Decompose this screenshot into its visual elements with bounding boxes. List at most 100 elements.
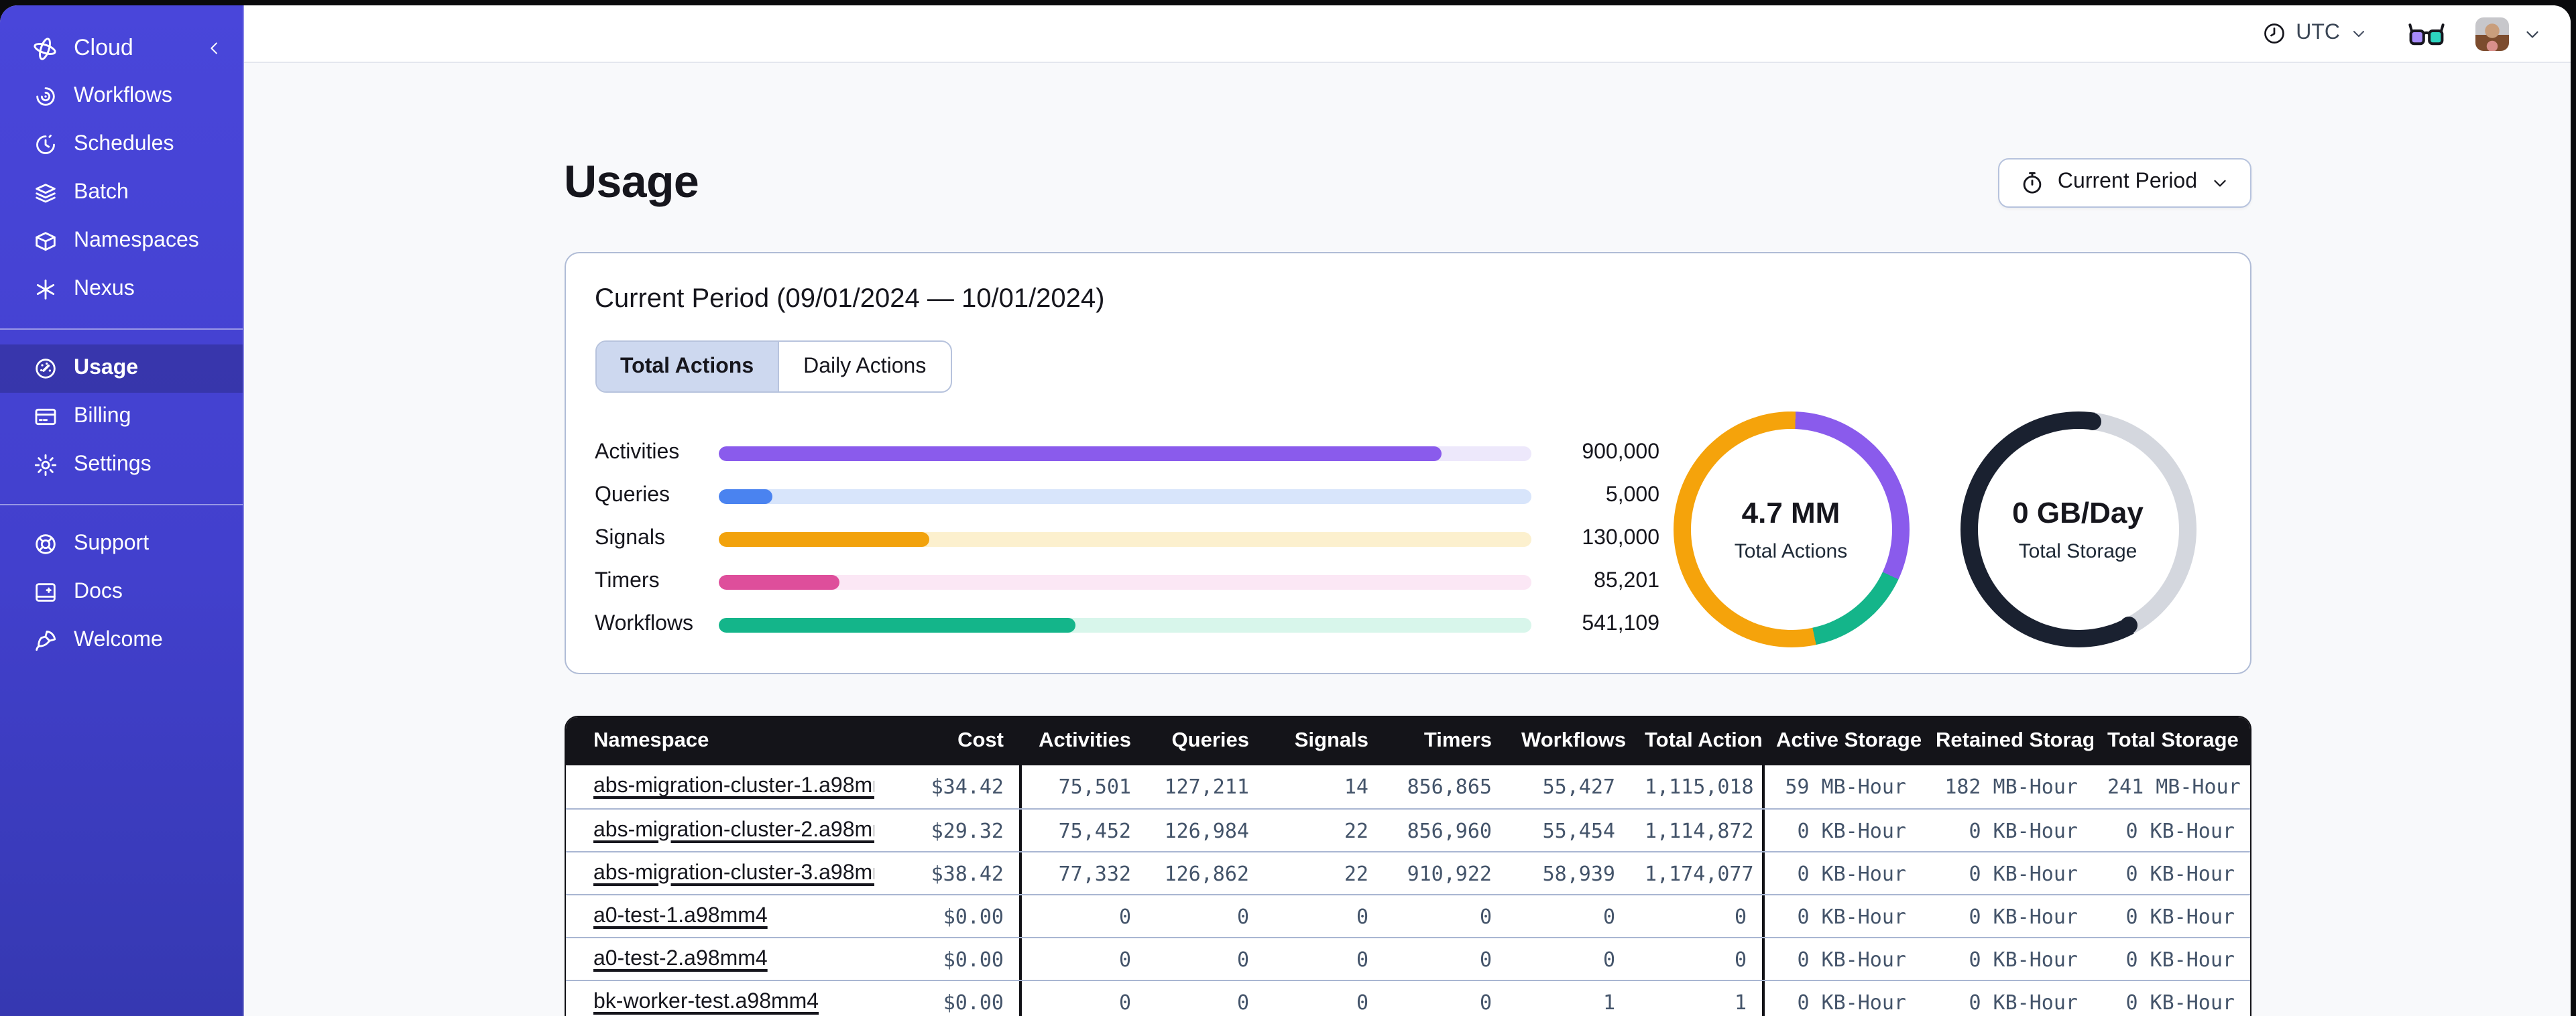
total-storage-cell: 0 KB-Hour bbox=[2125, 861, 2235, 885]
docs-book-icon bbox=[31, 578, 59, 607]
namespaces-box-icon bbox=[31, 227, 59, 255]
schedules-clock-icon bbox=[31, 131, 59, 159]
workflows-cell: 58,939 bbox=[1542, 861, 1615, 885]
sidebar: Cloud Workflows Schedules Batch Namespac… bbox=[0, 5, 244, 1016]
table-row: a0-test-1.a98mm4 $0.00 0 0 0 0 0 0 0 KB-… bbox=[565, 894, 2249, 937]
queries-cell: 126,984 bbox=[1164, 818, 1249, 842]
workflows-cell: 55,427 bbox=[1542, 775, 1615, 799]
signals-cell: 0 bbox=[1356, 990, 1368, 1014]
cost-cell: $0.00 bbox=[943, 990, 1004, 1014]
column-header: Activities bbox=[1039, 729, 1131, 752]
sidebar-item-label: Docs bbox=[74, 580, 123, 603]
total-storage-cell: 0 KB-Hour bbox=[2125, 904, 2235, 928]
bar-label: Activities bbox=[595, 441, 680, 464]
total-actions-cell: 1,174,077 bbox=[1645, 861, 1754, 885]
page-title: Usage bbox=[564, 157, 699, 208]
table-row: a0-test-2.a98mm4 $0.00 0 0 0 0 0 0 0 KB-… bbox=[565, 937, 2249, 980]
namespace-link[interactable]: a0-test-2.a98mm4 bbox=[593, 947, 768, 970]
sidebar-item-label: Nexus bbox=[74, 277, 135, 300]
support-lifebuoy-icon bbox=[31, 530, 59, 558]
sidebar-item-label: Support bbox=[74, 532, 150, 555]
cost-cell: $0.00 bbox=[943, 947, 1004, 971]
active-storage-cell: 0 KB-Hour bbox=[1761, 852, 1921, 894]
total-storage-cell: 0 KB-Hour bbox=[2125, 990, 2235, 1014]
sidebar-item-workflows[interactable]: Workflows bbox=[0, 72, 243, 121]
sidebar-brand-cloud[interactable]: Cloud bbox=[0, 24, 243, 72]
active-storage-cell: 0 KB-Hour bbox=[1761, 810, 1921, 851]
activities-cell: 0 bbox=[1018, 895, 1146, 937]
retained-storage-cell: 182 MB-Hour bbox=[1944, 775, 2078, 799]
active-storage-cell: 0 KB-Hour bbox=[1761, 938, 1921, 980]
sidebar-brand-label: Cloud bbox=[74, 35, 133, 60]
timers-cell: 910,922 bbox=[1407, 861, 1492, 885]
card-title: Current Period (09/01/2024 — 10/01/2024) bbox=[595, 284, 1105, 314]
retained-storage-cell: 0 KB-Hour bbox=[1969, 861, 2078, 885]
activities-cell: 77,332 bbox=[1018, 852, 1146, 894]
cost-cell: $34.42 bbox=[931, 775, 1004, 799]
total-storage-donut: 0 GB/Day Total Storage bbox=[1960, 411, 2196, 647]
total-actions-donut: 4.7 MM Total Actions bbox=[1673, 411, 1909, 647]
clock-icon bbox=[2264, 23, 2285, 44]
activities-cell: 75,501 bbox=[1018, 765, 1146, 808]
sidebar-item-label: Batch bbox=[74, 181, 129, 204]
usage-bar-chart: Activities 900,000 Queries 5,000 Signals bbox=[595, 432, 1659, 646]
timers-cell: 0 bbox=[1479, 904, 1492, 928]
bar-track bbox=[718, 531, 1531, 546]
period-selector-button[interactable]: Current Period bbox=[1998, 157, 2251, 207]
chevron-down-icon bbox=[2353, 31, 2365, 38]
table-row: abs-migration-cluster-2.a98mm4 $29.32 75… bbox=[565, 808, 2249, 851]
sidebar-divider bbox=[0, 328, 243, 330]
column-header: Cost bbox=[957, 729, 1004, 752]
namespace-link[interactable]: bk-worker-test.a98mm4 bbox=[593, 990, 819, 1013]
active-storage-cell: 0 KB-Hour bbox=[1761, 981, 1921, 1016]
sidebar-item-batch[interactable]: Batch bbox=[0, 169, 243, 217]
sidebar-item-support[interactable]: Support bbox=[0, 520, 243, 568]
sidebar-item-docs[interactable]: Docs bbox=[0, 568, 243, 617]
bar-row-queries: Queries 5,000 bbox=[595, 474, 1659, 517]
namespace-link[interactable]: abs-migration-cluster-2.a98mm4 bbox=[593, 818, 874, 841]
sidebar-collapse-icon[interactable] bbox=[205, 39, 224, 58]
batch-layers-icon bbox=[31, 179, 59, 207]
activities-cell: 75,452 bbox=[1018, 810, 1146, 851]
feedback-glasses-icon[interactable] bbox=[2408, 21, 2445, 46]
tab-total-actions[interactable]: Total Actions bbox=[596, 342, 778, 391]
column-header: Queries bbox=[1171, 729, 1249, 752]
bar-fill bbox=[718, 617, 1076, 632]
retained-storage-cell: 0 KB-Hour bbox=[1969, 818, 2078, 842]
sidebar-item-billing[interactable]: Billing bbox=[0, 393, 243, 441]
bar-row-signals: Signals 130,000 bbox=[595, 517, 1659, 560]
signals-cell: 14 bbox=[1344, 775, 1368, 799]
namespace-link[interactable]: abs-migration-cluster-3.a98mm4 bbox=[593, 861, 874, 884]
total-actions-cell: 0 bbox=[1734, 947, 1747, 971]
bar-value: 900,000 bbox=[1582, 441, 1659, 464]
bar-label: Workflows bbox=[595, 613, 693, 635]
signals-cell: 0 bbox=[1356, 904, 1368, 928]
content-area: Usage Current Period Current Period (09/… bbox=[244, 63, 2571, 1016]
bar-row-activities: Activities 900,000 bbox=[595, 432, 1659, 474]
tab-daily-actions[interactable]: Daily Actions bbox=[778, 342, 950, 391]
top-bar: UTC bbox=[244, 5, 2571, 63]
account-menu-chevron-down-icon[interactable] bbox=[2522, 23, 2542, 44]
cost-cell: $0.00 bbox=[943, 904, 1004, 928]
sidebar-item-schedules[interactable]: Schedules bbox=[0, 121, 243, 169]
column-header: Namespace bbox=[593, 729, 709, 752]
app-window: Cloud Workflows Schedules Batch Namespac… bbox=[0, 5, 2571, 1016]
avatar[interactable] bbox=[2475, 17, 2509, 50]
queries-cell: 0 bbox=[1236, 904, 1249, 928]
period-selector-label: Current Period bbox=[2057, 170, 2197, 193]
usage-gauge-icon bbox=[31, 355, 59, 383]
donut-arc-cap bbox=[2120, 617, 2138, 635]
namespace-link[interactable]: a0-test-1.a98mm4 bbox=[593, 904, 768, 927]
timezone-label: UTC bbox=[2296, 21, 2340, 44]
total-actions-cell: 1,114,872 bbox=[1645, 818, 1754, 842]
sidebar-item-settings[interactable]: Settings bbox=[0, 441, 243, 489]
sidebar-item-welcome[interactable]: Welcome bbox=[0, 617, 243, 665]
sidebar-item-nexus[interactable]: Nexus bbox=[0, 265, 243, 314]
namespace-link[interactable]: abs-migration-cluster-1.a98mm4 bbox=[593, 775, 874, 798]
sidebar-item-namespaces[interactable]: Namespaces bbox=[0, 217, 243, 265]
timezone-selector[interactable]: UTC bbox=[2262, 21, 2368, 46]
queries-cell: 126,862 bbox=[1164, 861, 1249, 885]
column-header: Timers bbox=[1423, 729, 1492, 752]
table-row: abs-migration-cluster-1.a98mm4 $34.42 75… bbox=[565, 765, 2249, 808]
sidebar-item-usage[interactable]: Usage bbox=[0, 344, 243, 393]
